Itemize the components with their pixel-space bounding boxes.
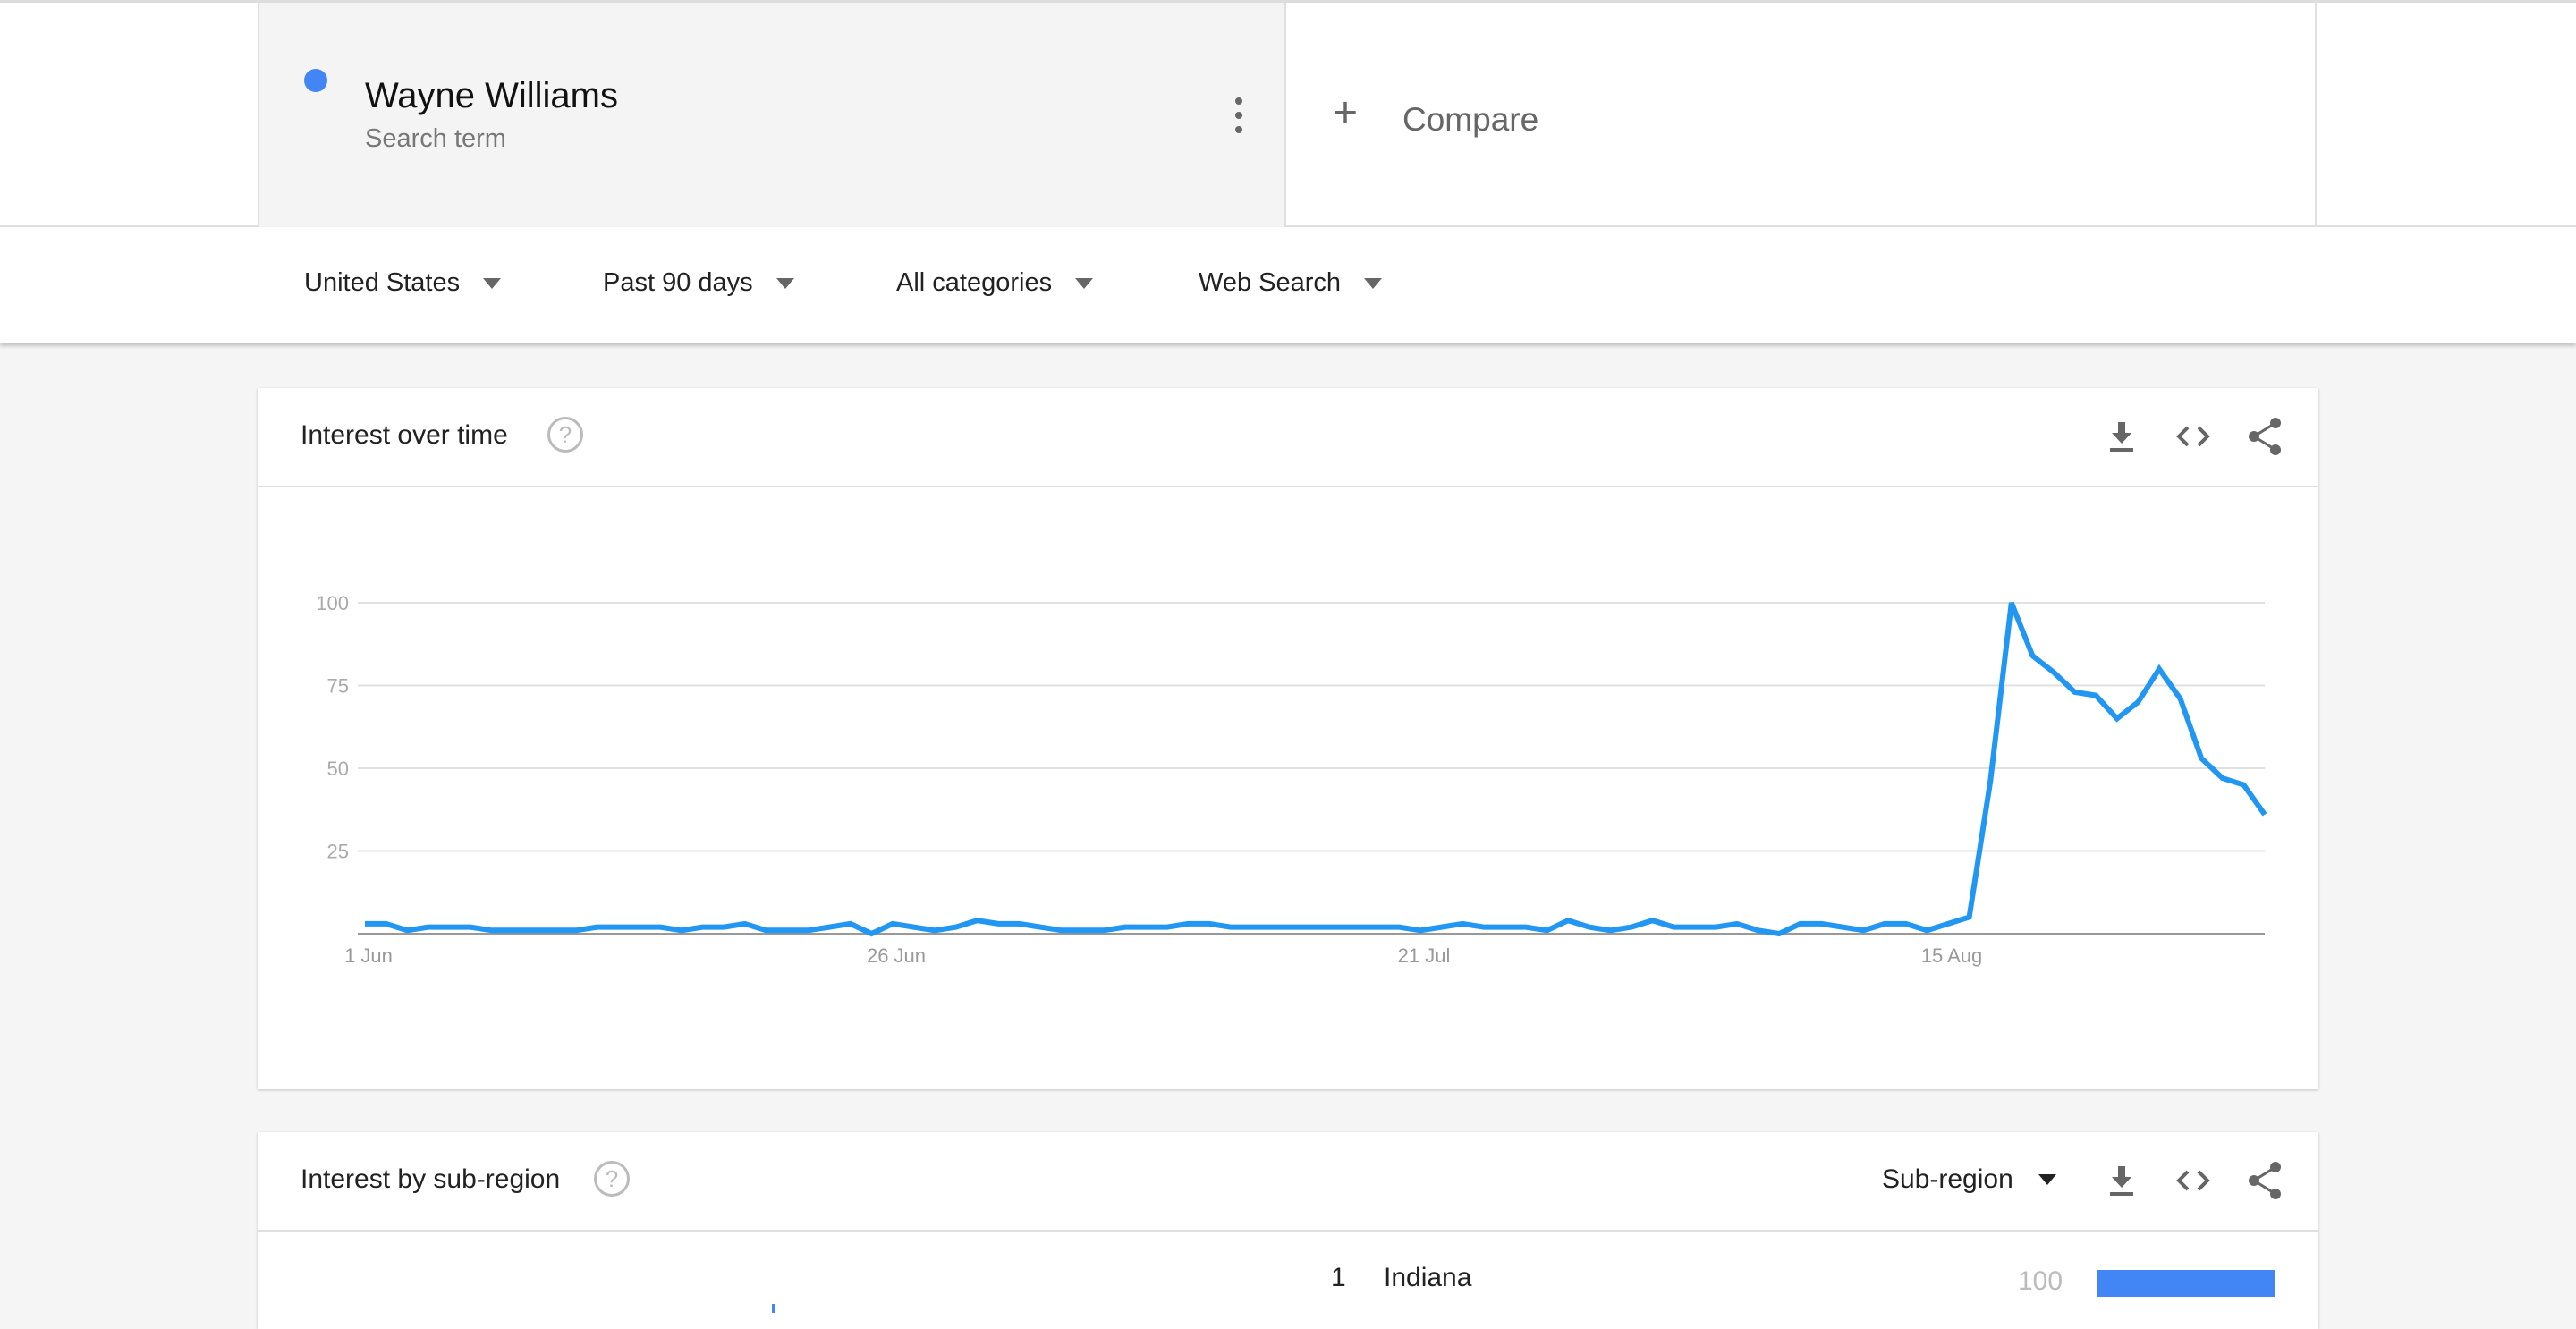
download-icon[interactable] <box>2102 417 2141 456</box>
x-tick-label: 21 Jul <box>1398 944 1451 967</box>
help-icon[interactable]: ? <box>547 417 583 453</box>
dropdown-arrow-icon <box>483 277 502 289</box>
region-value-bar <box>2097 1270 2275 1297</box>
category-filter-label: All categories <box>896 268 1053 297</box>
y-tick-label: 25 <box>327 841 349 863</box>
term-color-dot <box>304 69 327 92</box>
y-tick-label: 50 <box>327 758 349 780</box>
download-icon[interactable] <box>2102 1161 2141 1200</box>
embed-code-icon[interactable] <box>2174 1161 2213 1200</box>
dropdown-arrow-icon <box>1364 277 1383 289</box>
dropdown-arrow-icon <box>1075 277 1094 289</box>
y-tick-label: 100 <box>316 592 349 614</box>
card-header: Interest over time ? <box>258 388 2318 487</box>
dropdown-arrow-icon <box>775 277 794 289</box>
share-icon[interactable] <box>2245 1161 2284 1200</box>
map-fragment <box>772 1304 775 1313</box>
search-term-subtitle: Search term <box>365 124 506 153</box>
interest-over-time-card: Interest over time ? 25 50 75 100 1 Jun 26 Ju… <box>258 388 2318 1089</box>
region-rank: 1 <box>1331 1263 1346 1292</box>
compare-button[interactable]: + Compare <box>1286 3 2317 228</box>
x-tick-label: 1 Jun <box>344 944 393 967</box>
interest-line-chart: 25 50 75 100 1 Jun 26 Jun 21 Jul 15 Aug <box>316 592 2267 967</box>
help-icon[interactable]: ? <box>594 1161 630 1197</box>
category-filter[interactable]: All categories <box>896 268 1094 298</box>
interest-by-subregion-card: Interest by sub-region ? Sub-region 1 In… <box>258 1132 2318 1329</box>
plus-icon: + <box>1333 89 1359 137</box>
card-header: Interest by sub-region ? Sub-region <box>258 1132 2318 1232</box>
search-term-card[interactable]: Wayne Williams Search term <box>258 3 1286 228</box>
card-title: Interest over time <box>301 420 508 450</box>
region-filter-label: United States <box>304 268 461 297</box>
subregion-selector[interactable]: Sub-region <box>1882 1164 2056 1195</box>
dropdown-arrow-icon <box>2038 1174 2056 1185</box>
x-tick-label: 15 Aug <box>1921 944 1983 967</box>
filter-bar: United States Past 90 days All categorie… <box>0 227 2576 343</box>
region-name: Indiana <box>1384 1263 1472 1292</box>
subregion-selector-label: Sub-region <box>1882 1164 2013 1194</box>
card-title: Interest by sub-region <box>301 1164 561 1194</box>
search-type-filter-label: Web Search <box>1199 268 1342 297</box>
region-row[interactable]: 1 Indiana 100 <box>258 1263 2318 1299</box>
y-tick-label: 75 <box>327 675 349 698</box>
time-filter[interactable]: Past 90 days <box>603 268 794 298</box>
embed-code-icon[interactable] <box>2174 417 2213 456</box>
region-filter[interactable]: United States <box>304 268 502 298</box>
search-term-title[interactable]: Wayne Williams <box>365 76 618 116</box>
compare-label: Compare <box>1402 101 1539 138</box>
region-value: 100 <box>2018 1266 2063 1296</box>
time-filter-label: Past 90 days <box>603 268 753 297</box>
share-icon[interactable] <box>2245 417 2284 456</box>
search-terms-header: Wayne Williams Search term + Compare <box>0 0 2576 228</box>
x-tick-label: 26 Jun <box>867 944 926 967</box>
search-type-filter[interactable]: Web Search <box>1199 268 1383 298</box>
more-vert-icon[interactable] <box>1233 97 1245 133</box>
